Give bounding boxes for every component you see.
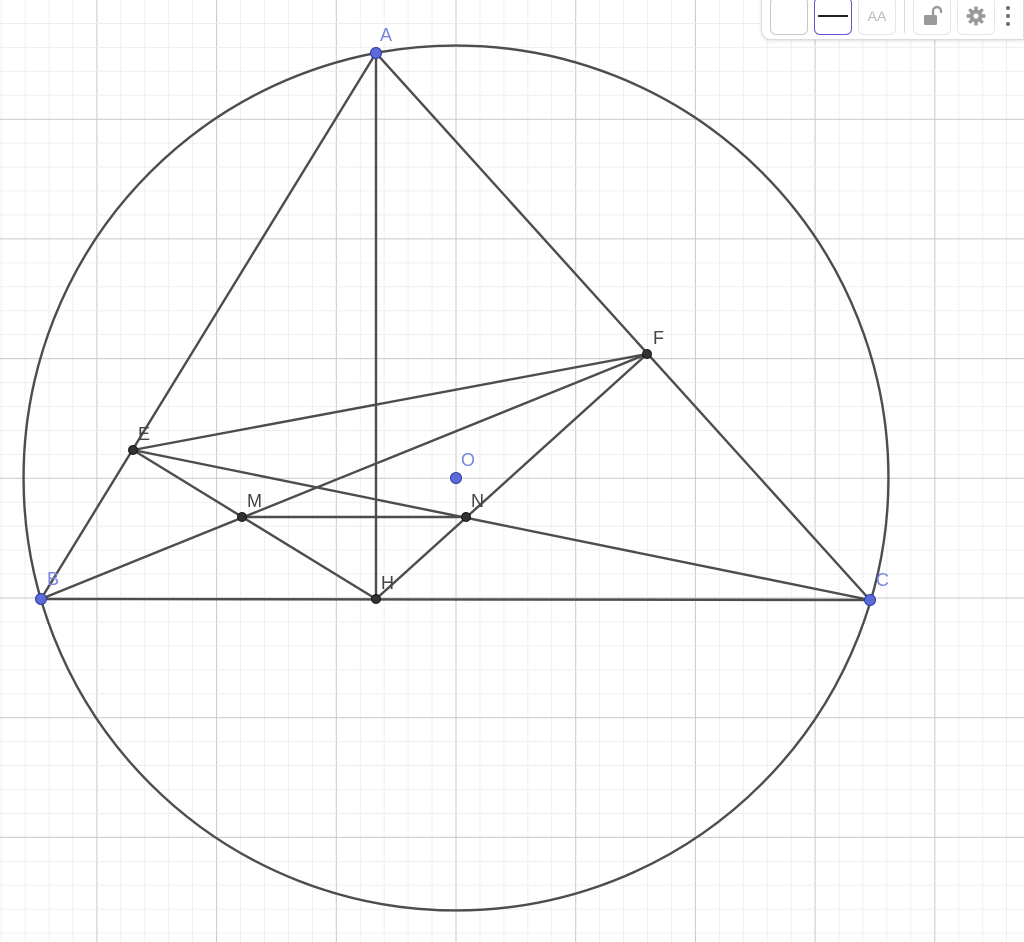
point-label-N: N — [471, 491, 484, 511]
segment-EC[interactable] — [131, 448, 872, 602]
segment-FH[interactable] — [374, 352, 649, 601]
point-O[interactable] — [450, 472, 462, 484]
line-style-button[interactable] — [814, 0, 852, 35]
color-button[interactable] — [770, 0, 808, 35]
point-B[interactable] — [35, 593, 47, 605]
point-N[interactable] — [461, 512, 471, 522]
line-style-icon — [818, 15, 848, 17]
point-H[interactable] — [371, 594, 381, 604]
point-label-F: F — [653, 328, 664, 348]
point-label-B: B — [47, 569, 59, 589]
style-toolbar: AA — [761, 0, 1024, 40]
segment-EH[interactable] — [131, 448, 378, 601]
segment-BF[interactable] — [39, 352, 649, 601]
point-label-A: A — [380, 25, 392, 45]
text-style-button[interactable]: AA — [858, 0, 896, 35]
points-layer: A B C O E F H M N — [35, 25, 889, 606]
lock-button[interactable] — [913, 0, 951, 35]
unlock-icon — [924, 5, 943, 25]
grid — [0, 0, 1024, 942]
gear-icon — [966, 6, 986, 26]
point-A[interactable] — [370, 47, 382, 59]
point-F[interactable] — [642, 349, 652, 359]
more-menu-icon[interactable] — [1001, 0, 1015, 35]
point-label-H: H — [381, 573, 394, 593]
point-label-E: E — [138, 424, 150, 444]
point-M[interactable] — [237, 512, 247, 522]
settings-button[interactable] — [957, 0, 995, 35]
point-label-C: C — [876, 570, 889, 590]
toolbar-separator — [904, 0, 905, 33]
geometry-canvas[interactable]: A B C O E F H M N — [0, 0, 1024, 942]
point-C[interactable] — [864, 594, 876, 606]
text-style-label: AA — [867, 8, 887, 24]
segment-BC[interactable] — [39, 597, 872, 602]
segment-EF[interactable] — [131, 352, 649, 452]
point-label-M: M — [247, 491, 262, 511]
point-E[interactable] — [128, 445, 138, 455]
point-label-O: O — [461, 450, 475, 470]
